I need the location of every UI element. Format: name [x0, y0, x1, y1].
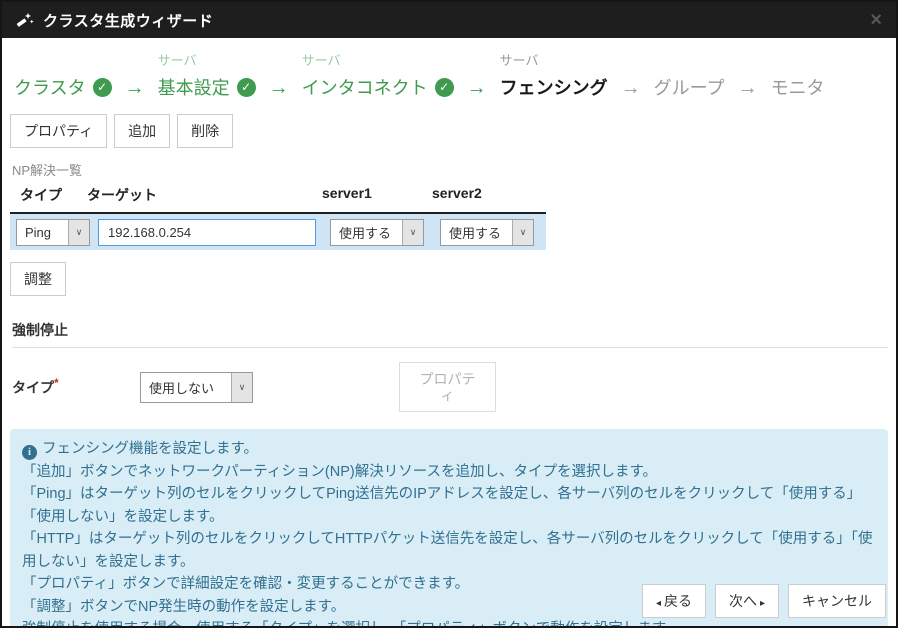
arrow-right-icon: → [621, 76, 641, 100]
step-group-label: サーバ [500, 50, 608, 69]
next-label: 次へ [729, 593, 757, 609]
magic-wand-icon [16, 11, 34, 29]
forced-stop-type-label: タイプ* [12, 376, 140, 398]
column-header-target: ターゲット [87, 185, 322, 205]
np-type-select[interactable]: Ping ∨ [16, 219, 90, 246]
dialog-titlebar: クラスタ生成ウィザード × [2, 2, 896, 38]
forced-stop-type-value: 使用しない [141, 373, 231, 402]
forced-stop-property-button[interactable]: プロパティ [399, 362, 496, 412]
chevron-down-icon: ∨ [402, 220, 423, 245]
np-server2-value: 使用する [441, 220, 512, 245]
triangle-right-icon: ▸ [760, 598, 765, 609]
check-circle-icon: ✓ [237, 78, 256, 97]
step-label: クラスタ [14, 74, 86, 100]
info-line: 「HTTP」はターゲット列のセルをクリックしてHTTPパケット送信先を設定し、各… [22, 528, 876, 573]
dialog-title: クラスタ生成ウィザード [43, 10, 213, 31]
step-group-label [771, 54, 825, 69]
chevron-down-icon: ∨ [231, 373, 252, 402]
forced-stop-title: 強制停止 [12, 320, 896, 340]
required-mark: * [54, 376, 59, 390]
step-label: フェンシング [500, 74, 608, 100]
next-button[interactable]: 次へ▸ [715, 584, 779, 619]
arrow-right-icon: → [125, 76, 145, 100]
chevron-down-icon: ∨ [68, 220, 89, 245]
np-server2-select[interactable]: 使用する ∨ [440, 219, 534, 246]
check-circle-icon: ✓ [435, 78, 454, 97]
step-fencing[interactable]: サーバ フェンシング [500, 50, 608, 100]
back-button[interactable]: ◂戻る [642, 584, 706, 619]
step-cluster[interactable]: クラスタ ✓ [14, 54, 112, 100]
footer-buttons: ◂戻る 次へ▸ キャンセル [642, 584, 886, 619]
back-label: 戻る [664, 593, 692, 609]
step-label: グループ [654, 74, 725, 100]
column-header-server2: server2 [432, 185, 546, 205]
type-label-text: タイプ [12, 380, 54, 396]
arrow-right-icon: → [467, 76, 487, 100]
step-group-label: サーバ [302, 50, 454, 69]
info-line: i フェンシング機能を設定します。 [22, 438, 876, 461]
close-icon[interactable]: × [870, 10, 882, 30]
property-button[interactable]: プロパティ [10, 114, 107, 148]
info-line: 強制停止を使用する場合、使用する「タイプ」を選択し、「プロパティ」ボタンで動作を… [22, 618, 876, 628]
np-type-value: Ping [17, 220, 68, 245]
step-label: モニタ [771, 74, 825, 100]
step-basic-settings[interactable]: サーバ 基本設定 ✓ [158, 50, 256, 100]
arrow-right-icon: → [738, 76, 758, 100]
info-line-text: フェンシング機能を設定します。 [42, 441, 258, 457]
cluster-wizard-dialog: クラスタ生成ウィザード × クラスタ ✓ → サーバ 基本設定 ✓ → サーバ … [0, 0, 898, 628]
tune-button[interactable]: 調整 [10, 262, 66, 296]
np-target-input[interactable] [98, 219, 316, 246]
check-circle-icon: ✓ [93, 78, 112, 97]
remove-button[interactable]: 削除 [177, 114, 233, 148]
np-toolbar: プロパティ 追加 削除 [2, 102, 896, 148]
info-icon: i [22, 445, 37, 460]
add-button[interactable]: 追加 [114, 114, 170, 148]
column-header-type: タイプ [10, 185, 87, 205]
step-interconnect[interactable]: サーバ インタコネクト ✓ [302, 50, 454, 100]
np-server1-select[interactable]: 使用する ∨ [330, 219, 424, 246]
column-header-server1: server1 [322, 185, 432, 205]
step-label: 基本設定 [158, 74, 230, 100]
chevron-down-icon: ∨ [512, 220, 533, 245]
step-monitor[interactable]: モニタ [771, 54, 825, 100]
arrow-right-icon: → [269, 76, 289, 100]
cancel-button[interactable]: キャンセル [788, 584, 886, 619]
step-label: インタコネクト [302, 74, 428, 100]
step-group[interactable]: グループ [654, 54, 725, 100]
forced-stop-row: タイプ* 使用しない ∨ プロパティ [12, 362, 896, 412]
info-line: 「Ping」はターゲット列のセルをクリックしてPing送信先のIPアドレスを設定… [22, 483, 876, 528]
np-table-header: タイプ ターゲット server1 server2 [10, 185, 546, 212]
divider [12, 347, 888, 348]
step-group-label: サーバ [158, 50, 256, 69]
step-group-label [654, 54, 725, 69]
np-server1-value: 使用する [331, 220, 402, 245]
forced-stop-type-select[interactable]: 使用しない ∨ [140, 372, 253, 403]
wizard-steps: クラスタ ✓ → サーバ 基本設定 ✓ → サーバ インタコネクト ✓ → サー… [2, 38, 896, 102]
step-group-label [14, 54, 112, 69]
np-list-title: NP解決一覧 [12, 160, 896, 179]
info-line: 「追加」ボタンでネットワークパーティション(NP)解決リソースを追加し、タイプを… [22, 461, 876, 484]
np-table-row[interactable]: Ping ∨ 使用する ∨ 使用する ∨ [10, 212, 546, 250]
triangle-left-icon: ◂ [656, 598, 661, 609]
np-table: タイプ ターゲット server1 server2 Ping ∨ 使用する ∨ … [10, 185, 546, 250]
